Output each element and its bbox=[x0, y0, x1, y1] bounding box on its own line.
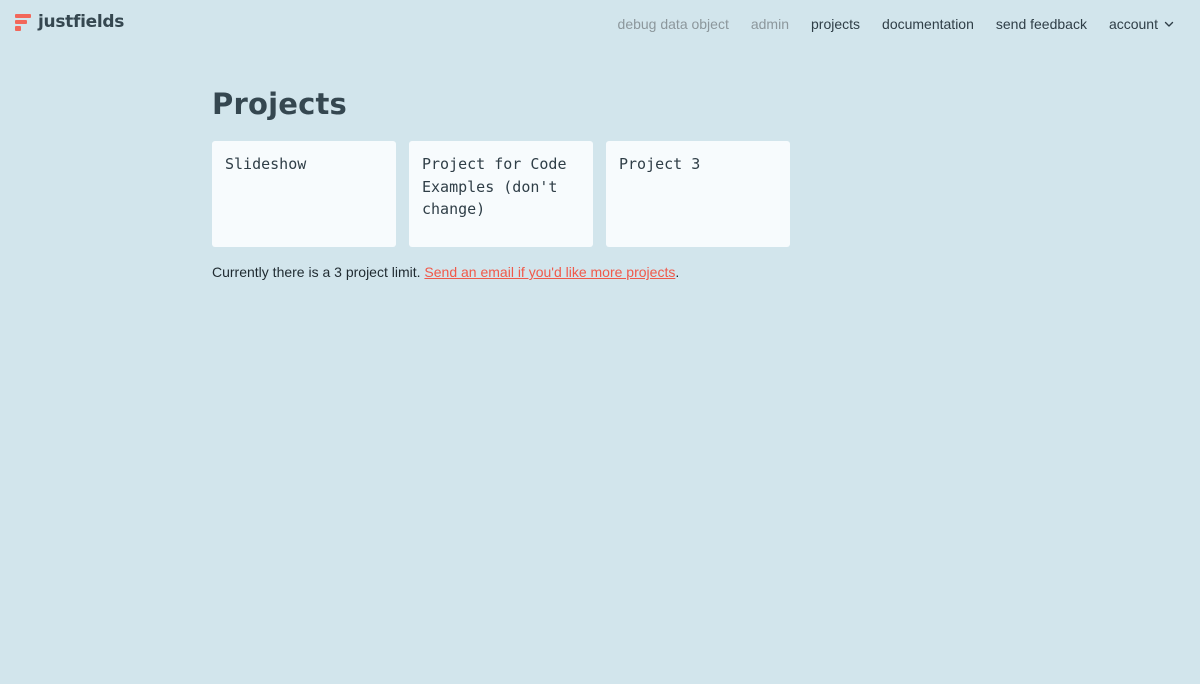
project-card-title: Project for Code Examples (don't change) bbox=[422, 155, 567, 218]
nav-debug-data-object[interactable]: debug data object bbox=[618, 16, 729, 32]
nav-admin[interactable]: admin bbox=[751, 16, 789, 32]
project-card-list: Slideshow Project for Code Examples (don… bbox=[212, 141, 972, 247]
request-more-projects-link[interactable]: Send an email if you'd like more project… bbox=[424, 264, 675, 280]
project-limit-suffix: . bbox=[675, 264, 680, 280]
chevron-down-icon bbox=[1164, 21, 1174, 27]
brand-logo-link[interactable]: justfields bbox=[15, 11, 124, 33]
top-navbar: justfields debug data object admin proje… bbox=[0, 0, 1200, 46]
nav-documentation[interactable]: documentation bbox=[882, 16, 974, 32]
nav-account-label: account bbox=[1108, 16, 1158, 32]
nav-projects[interactable]: projects bbox=[811, 16, 860, 32]
project-card[interactable]: Project 3 bbox=[606, 141, 790, 247]
brand-logo-icon bbox=[15, 13, 32, 31]
project-limit-text: Currently there is a 3 project limit. bbox=[212, 264, 421, 280]
page-title: Projects bbox=[212, 87, 348, 121]
brand-name: justfields bbox=[38, 12, 125, 32]
project-limit-note: Currently there is a 3 project limit. Se… bbox=[212, 263, 972, 281]
nav-account-dropdown[interactable]: account bbox=[1109, 16, 1175, 32]
project-card-title: Project 3 bbox=[619, 155, 701, 173]
project-card[interactable]: Project for Code Examples (don't change) bbox=[409, 141, 593, 247]
nav-send-feedback[interactable]: send feedback bbox=[996, 16, 1087, 32]
project-card-title: Slideshow bbox=[225, 155, 307, 173]
main-nav: debug data object admin projects documen… bbox=[596, 14, 1175, 34]
main-content: Projects Slideshow Project for Code Exam… bbox=[212, 88, 972, 281]
project-card[interactable]: Slideshow bbox=[212, 141, 396, 247]
